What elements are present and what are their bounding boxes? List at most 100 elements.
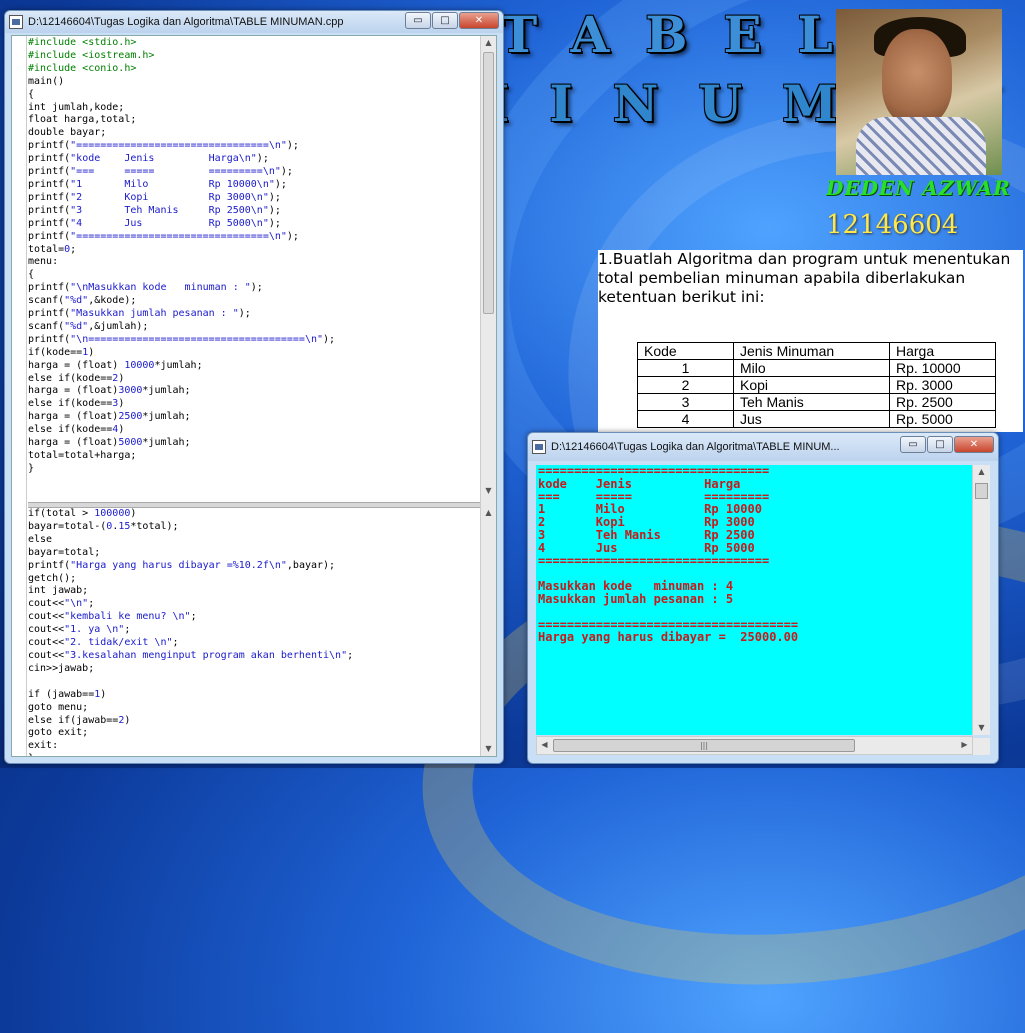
table-row: 3 Teh Manis Rp. 2500	[637, 393, 996, 411]
scroll-down-icon[interactable]: ▼	[481, 484, 496, 498]
code-line: float harga,total;	[28, 114, 137, 126]
slide-title-line1: TABEL	[500, 5, 869, 64]
editor-window[interactable]: D:\12146604\Tugas Logika dan Algoritma\T…	[4, 10, 504, 764]
table-row: 2 Kopi Rp. 3000	[637, 376, 996, 394]
scroll-thumb[interactable]	[483, 52, 494, 314]
code-line: printf("kode Jenis Harga\n");	[28, 153, 269, 165]
maximize-button[interactable]: □	[432, 12, 458, 29]
table-cell: Rp. 10000	[889, 359, 996, 377]
code-line: printf("Masukkan jumlah pesanan : ");	[28, 308, 251, 320]
table-cell: Rp. 2500	[889, 393, 996, 411]
code-line: menu:	[28, 256, 59, 268]
code-line: harga = (float)3000*jumlah;	[28, 385, 191, 397]
console-window[interactable]: D:\12146604\Tugas Logika dan Algoritma\T…	[527, 432, 999, 764]
table-cell: Rp. 5000	[889, 410, 996, 428]
console-line: 4 Jus Rp 5000	[538, 540, 755, 555]
scroll-thumb[interactable]	[975, 483, 988, 499]
editor-titlebar[interactable]: D:\12146604\Tugas Logika dan Algoritma\T…	[5, 11, 503, 33]
code-line: else	[28, 533, 53, 545]
code-line: if (jawab==1)	[28, 688, 107, 700]
author-id: 12146604	[826, 210, 959, 240]
table-cell: Kopi	[733, 376, 890, 394]
code-line: }	[28, 753, 480, 756]
code-line: cout<<"3.kesalahan menginput program aka…	[28, 649, 354, 661]
photo-shirt	[856, 117, 986, 175]
console-titlebar[interactable]: D:\12146604\Tugas Logika dan Algoritma\T…	[528, 433, 998, 461]
window-controls: ▭ □ ✕	[405, 12, 499, 29]
photo-face	[882, 29, 952, 125]
scroll-down-icon[interactable]: ▼	[481, 742, 496, 756]
table-cell: 4	[637, 410, 734, 428]
console-text: ================================ kode Jen…	[538, 465, 972, 644]
console-line: 3 Teh Manis Rp 2500	[538, 527, 755, 542]
code-editor[interactable]: #include <stdio.h> #include <iostream.h> #…	[11, 35, 497, 757]
table-row: 4 Jus Rp. 5000	[637, 410, 996, 428]
code-line: else if(kode==2)	[28, 372, 125, 384]
console-line: Harga yang harus dibayar = 25000.00	[538, 630, 799, 645]
resize-grip[interactable]	[973, 738, 990, 755]
price-table: Kode Jenis Minuman Harga 1 Milo Rp. 1000…	[637, 342, 996, 428]
code-line: cout<<"\n";	[28, 598, 95, 610]
table-header: Kode	[637, 342, 734, 360]
console-horizontal-scrollbar[interactable]: ◀ ||| ▶	[536, 736, 973, 755]
editor-gutter	[12, 36, 27, 756]
minimize-button[interactable]: ▭	[900, 436, 926, 453]
question-text: 1.Buatlah Algoritma dan program untuk me…	[598, 250, 1011, 306]
code-line: printf("\nMasukkan kode minuman : ");	[28, 282, 263, 294]
scroll-up-icon[interactable]: ▲	[973, 465, 990, 479]
code-line: cout<<"kembali ke menu? \n";	[28, 611, 197, 623]
code-line: harga = (float) 10000*jumlah;	[28, 359, 203, 371]
scroll-right-icon[interactable]: ▶	[957, 738, 972, 752]
code-line: printf("================================…	[28, 140, 299, 152]
code-pane-top[interactable]: #include <stdio.h> #include <iostream.h> #…	[28, 36, 480, 501]
console-icon	[532, 440, 546, 454]
code-line: bayar=total-(0.15*total);	[28, 520, 179, 532]
code-line: }	[28, 462, 35, 474]
table-header: Jenis Minuman	[733, 342, 890, 360]
code-line: bayar=total;	[28, 546, 101, 558]
console-output[interactable]: ================================ kode Jen…	[536, 465, 990, 735]
code-line: {	[28, 88, 35, 100]
code-line: int jumlah,kode;	[28, 101, 125, 113]
code-line: scanf("%d",&kode);	[28, 295, 137, 307]
code-line: cout<<"1. ya \n";	[28, 624, 131, 636]
code-line: cin>>jawab;	[28, 662, 95, 674]
code-line: printf("\n==============================…	[28, 333, 336, 345]
code-line: printf("=== ===== =========\n");	[28, 166, 293, 178]
maximize-button[interactable]: □	[927, 436, 953, 453]
console-line: Masukkan jumlah pesanan : 5	[538, 591, 734, 606]
code-line: if(total > 100000)	[28, 508, 137, 519]
table-cell: 3	[637, 393, 734, 411]
window-controls: ▭ □ ✕	[900, 436, 994, 453]
code-line: total=0;	[28, 243, 77, 255]
code-line: #include <stdio.h>	[28, 37, 137, 48]
console-line: kode Jenis Harga	[538, 476, 741, 491]
console-line: ================================	[538, 465, 770, 478]
close-button[interactable]: ✕	[954, 436, 994, 453]
code-line: goto menu;	[28, 701, 89, 713]
code-line: {	[28, 269, 35, 281]
console-vertical-scrollbar[interactable]: ▲ ▼	[972, 465, 990, 735]
code-line: printf("================================…	[28, 230, 299, 242]
scroll-thumb[interactable]: |||	[553, 739, 855, 752]
app-icon	[9, 15, 23, 29]
scroll-up-icon[interactable]: ▲	[481, 36, 496, 50]
close-button[interactable]: ✕	[459, 12, 499, 29]
code-line: int jawab;	[28, 585, 89, 597]
table-header-row: Kode Jenis Minuman Harga	[637, 342, 996, 360]
table-cell: Rp. 3000	[889, 376, 996, 394]
scroll-down-icon[interactable]: ▼	[973, 721, 990, 735]
code-line: else if(jawab==2)	[28, 714, 131, 726]
table-header: Harga	[889, 342, 996, 360]
scroll-left-icon[interactable]: ◀	[537, 738, 552, 752]
code-line: else if(kode==3)	[28, 398, 125, 410]
code-line: #include <conio.h>	[28, 62, 137, 74]
editor-vertical-scrollbar[interactable]: ▲ ▼ ▲ ▼	[480, 36, 496, 756]
code-line: goto exit;	[28, 727, 89, 739]
code-line: exit:	[28, 740, 59, 752]
code-line: if(kode==1)	[28, 346, 95, 358]
console-line: ================================	[538, 553, 770, 568]
scroll-up-icon[interactable]: ▲	[481, 506, 496, 520]
code-pane-bottom[interactable]: if(total > 100000) bayar=total-(0.15*tota…	[28, 507, 480, 756]
minimize-button[interactable]: ▭	[405, 12, 431, 29]
